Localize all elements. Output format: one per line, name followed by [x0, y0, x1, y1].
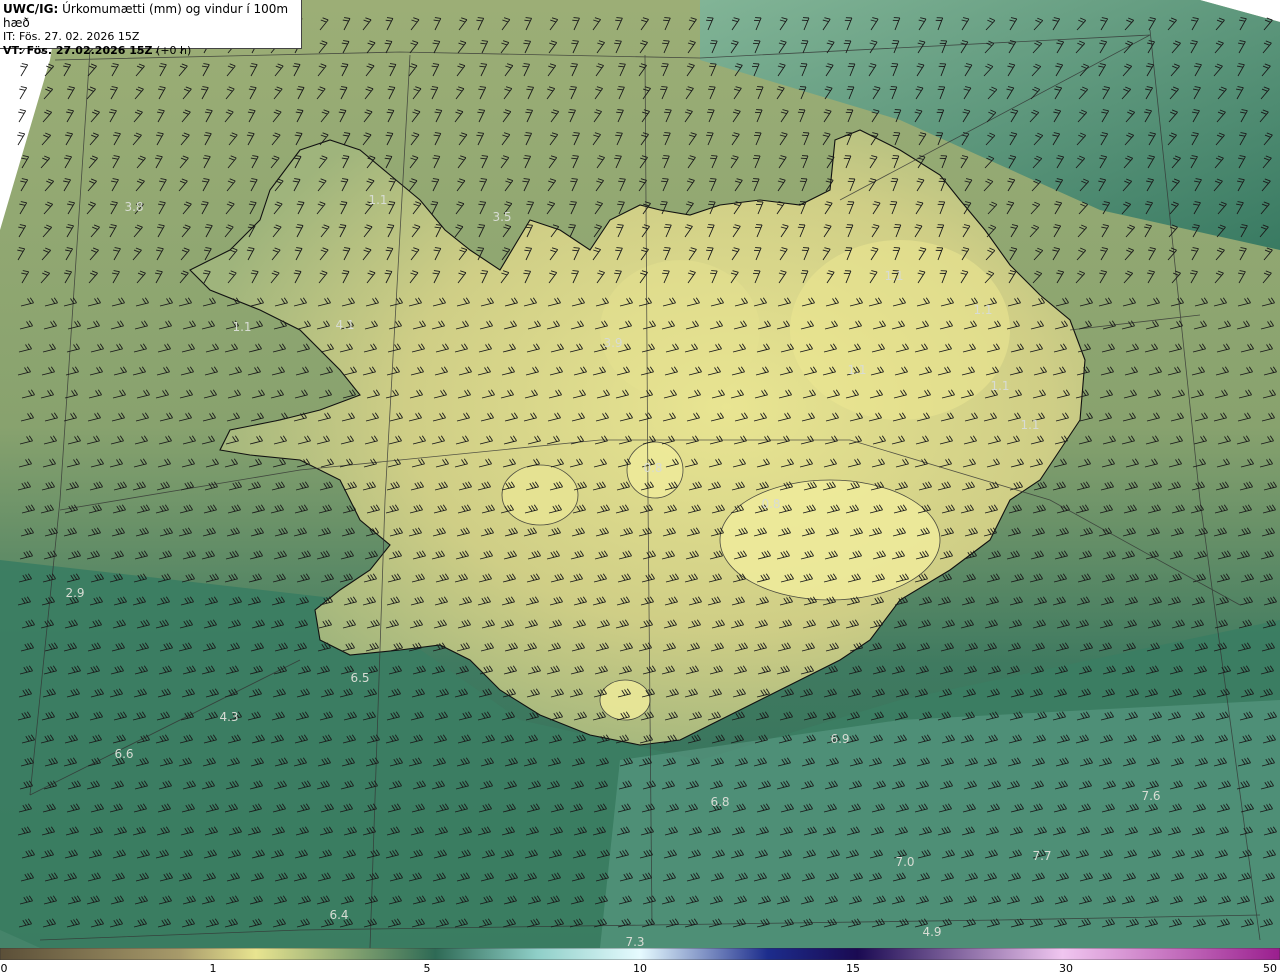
colorbar-tick: 1 [209, 962, 217, 975]
value-label: 0.8 [643, 461, 663, 475]
value-label: 6.5 [350, 671, 370, 685]
value-label: 3.9 [603, 336, 623, 350]
value-label: 4.9 [922, 925, 942, 939]
value-label: 3.5 [492, 210, 512, 224]
colorbar-tick: 0 [0, 962, 8, 975]
value-label: 6.6 [114, 747, 134, 761]
value-label: 1.1 [1020, 418, 1040, 432]
value-label: 7.3 [625, 935, 645, 949]
value-label: 4.3 [219, 710, 239, 724]
value-label: 1.1 [884, 269, 904, 283]
northeast-highland [790, 240, 1010, 420]
value-label: 1.1 [232, 320, 252, 334]
value-label: 2.9 [65, 586, 85, 600]
value-label: 6.8 [710, 795, 730, 809]
colorbar-tick: 10 [633, 962, 647, 975]
init-time: IT: Fös. 27. 02. 2026 15Z [3, 30, 140, 43]
colorbar [0, 948, 1280, 960]
value-label: 1.1 [990, 379, 1010, 393]
value-label: 6.4 [329, 908, 349, 922]
value-label: 1.1 [368, 193, 388, 207]
value-label: 3.8 [124, 200, 144, 214]
value-label: 7.0 [895, 855, 915, 869]
valid-time: VT: Fös. 27.02.2026 15Z [3, 43, 153, 57]
value-label: 0.8 [761, 497, 781, 511]
map-header: UWC/IG: Úrkomumætti (mm) og vindur í 100… [0, 0, 302, 57]
colorbar-tick: 50 [1263, 962, 1277, 975]
value-label: 1.1 [973, 303, 993, 317]
value-label: 1.1 [847, 363, 867, 377]
precipitation-wind-map [0, 0, 1280, 948]
central-highland [600, 260, 760, 400]
lead-time: (+0 h) [156, 43, 192, 57]
value-label: 6.9 [830, 732, 850, 746]
value-label: 4.1 [335, 318, 355, 332]
glacier-langjokull [501, 464, 579, 526]
colorbar-tick: 5 [423, 962, 431, 975]
glacier-vatnajokull [719, 479, 941, 601]
model-label: UWC/IG: [3, 2, 59, 16]
colorbar-tick: 30 [1059, 962, 1073, 975]
value-label: 7.6 [1141, 789, 1161, 803]
colorbar-tick: 15 [846, 962, 860, 975]
value-label: 7.7 [1032, 849, 1052, 863]
